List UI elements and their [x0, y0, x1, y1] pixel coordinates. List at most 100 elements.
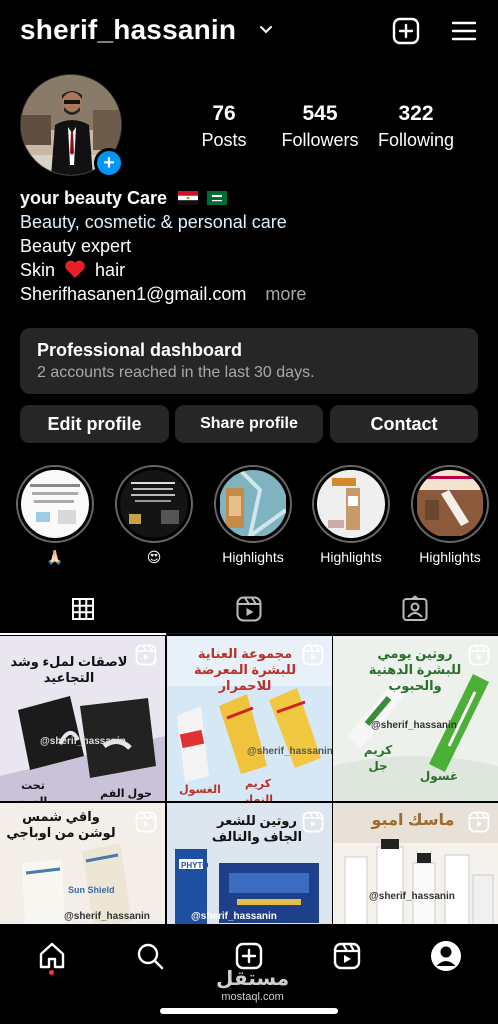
reel-badge-icon	[302, 811, 324, 833]
saudi-flag-icon	[207, 191, 228, 205]
watermark-arabic: مستقل	[216, 968, 290, 990]
highlight-label: Highlights	[320, 549, 382, 565]
followers-count: 545	[302, 102, 338, 125]
post-watermark: @sherif_hassanin	[371, 720, 457, 731]
tab-posts-grid[interactable]	[0, 584, 166, 635]
chevron-down-icon[interactable]	[258, 22, 274, 38]
reel-badge-icon	[468, 644, 490, 666]
highlight-label: 😍	[146, 549, 162, 565]
post-label: PHYTO	[181, 861, 209, 870]
post-label: غسول	[419, 769, 459, 783]
bio-line-2: Skin hair	[20, 258, 306, 282]
post-watermark: @sherif_hassanin	[247, 746, 332, 757]
highlight-label: Highlights	[419, 549, 481, 565]
bio-more-link[interactable]: more	[265, 284, 306, 304]
menu-icon[interactable]	[449, 16, 479, 46]
profile-icon	[431, 941, 461, 971]
tagged-person-icon	[402, 595, 428, 621]
post-thumbnail[interactable]: واقي شمس لوشن من اوباجي Sun Shield @sher…	[0, 803, 165, 924]
story-highlight[interactable]: 🙏🏻	[15, 465, 95, 566]
nav-profile[interactable]	[426, 936, 466, 976]
highlight-label: Highlights	[222, 549, 284, 565]
stat-following[interactable]: 322 Following	[372, 102, 460, 151]
post-label: الغسول	[179, 784, 221, 796]
contact-button[interactable]: Contact	[330, 405, 478, 443]
highlight-cover	[22, 470, 88, 536]
post-thumbnail[interactable]: روتين للشعر الجاف والتالف PHYTO @sherif_…	[167, 803, 332, 924]
post-thumbnail[interactable]: روتين يومي للبشرة الدهنية والحبوب @sheri…	[333, 636, 498, 801]
story-highlight[interactable]: Highlights	[213, 465, 293, 565]
highlight-ring	[16, 465, 94, 543]
posts-grid: لاصقات لملء وشد التجاعيد @sherif_hassani…	[0, 636, 498, 924]
highlight-ring	[115, 465, 193, 543]
post-label: تحت العين	[19, 780, 48, 801]
nav-search[interactable]	[130, 936, 170, 976]
notification-dot	[49, 970, 54, 975]
post-watermark: @sherif_hassanin	[64, 911, 150, 922]
tab-reels[interactable]	[166, 584, 332, 634]
professional-dashboard[interactable]: Professional dashboard 2 accounts reache…	[20, 328, 478, 394]
profile-tabs	[0, 584, 498, 635]
posts-label: Posts	[201, 130, 247, 150]
reel-badge-icon	[302, 644, 324, 666]
post-watermark: @sherif_hassanin	[40, 736, 126, 747]
post-thumbnail[interactable]: ماسك امبو @sherif_hassanin	[333, 803, 498, 924]
reel-badge-icon	[468, 811, 490, 833]
dashboard-subtitle: 2 accounts reached in the last 30 days.	[37, 364, 315, 381]
add-story-icon[interactable]: +	[94, 148, 124, 178]
post-caption: روتين للشعر الجاف والتالف	[211, 813, 303, 844]
edit-profile-button[interactable]: Edit profile	[20, 405, 169, 443]
profile-bio: your beauty Care Beauty, cosmetic & pers…	[20, 186, 306, 306]
search-icon	[137, 943, 164, 970]
post-caption: واقي شمس لوشن من اوباجي	[6, 809, 116, 840]
story-highlight[interactable]: Highlights	[311, 465, 391, 565]
highlight-ring	[214, 465, 292, 543]
post-watermark: @sherif_hassanin	[191, 911, 277, 922]
story-highlight[interactable]: 😍	[114, 465, 194, 566]
red-heart-icon	[65, 260, 85, 278]
stat-followers[interactable]: 545 Followers	[276, 102, 364, 151]
followers-label: Followers	[281, 130, 359, 150]
username[interactable]: sherif_hassanin	[20, 14, 236, 46]
post-label: حول الفم	[100, 788, 152, 800]
watermark-latin: mostaql.com	[221, 991, 284, 1003]
following-count: 322	[398, 102, 434, 125]
post-label: كريم جل	[363, 743, 393, 773]
profile-email[interactable]: Sherifhasanen1@gmail.com	[20, 284, 246, 304]
highlight-cover	[121, 470, 187, 536]
posts-count: 76	[212, 102, 236, 125]
nav-reels[interactable]	[327, 936, 367, 976]
story-highlight[interactable]: Highlights	[410, 465, 490, 565]
post-label: كريم النهار	[242, 778, 274, 801]
following-label: Following	[377, 130, 455, 150]
post-caption: لاصقات لملء وشد التجاعيد	[10, 654, 128, 685]
reels-icon	[333, 942, 361, 970]
bio-skin-text: Skin	[20, 260, 56, 280]
grid-icon	[72, 598, 94, 620]
bio-line-1: Beauty expert	[20, 236, 132, 256]
profile-header: sherif_hassanin	[0, 0, 498, 64]
highlight-label: 🙏🏻	[46, 549, 64, 565]
display-name: your beauty Care	[20, 188, 168, 208]
profile-category[interactable]: Beauty, cosmetic & personal care	[20, 210, 306, 234]
reels-icon	[236, 596, 262, 622]
highlight-cover	[417, 470, 483, 536]
egypt-flag-icon	[178, 191, 199, 205]
post-thumbnail[interactable]: مجموعة العناية للبشرة المعرضة للاحمرار @…	[167, 636, 332, 801]
post-watermark: @sherif_hassanin	[369, 891, 455, 902]
highlight-ring	[411, 465, 489, 543]
stat-posts[interactable]: 76 Posts	[196, 102, 252, 151]
bio-hair-text: hair	[95, 260, 126, 280]
post-thumbnail[interactable]: لاصقات لملء وشد التجاعيد @sherif_hassani…	[0, 636, 165, 801]
dashboard-title: Professional dashboard	[37, 340, 243, 360]
home-indicator	[160, 1008, 338, 1014]
reel-badge-icon	[135, 644, 157, 666]
share-profile-button[interactable]: Share profile	[175, 405, 323, 443]
highlight-cover	[318, 470, 384, 536]
post-label: Sun Shield	[68, 885, 115, 895]
post-caption: ماسك امبو	[371, 812, 455, 829]
highlight-ring	[312, 465, 390, 543]
highlight-cover	[220, 470, 287, 538]
create-post-icon[interactable]	[391, 16, 421, 46]
tab-tagged[interactable]	[332, 584, 498, 634]
